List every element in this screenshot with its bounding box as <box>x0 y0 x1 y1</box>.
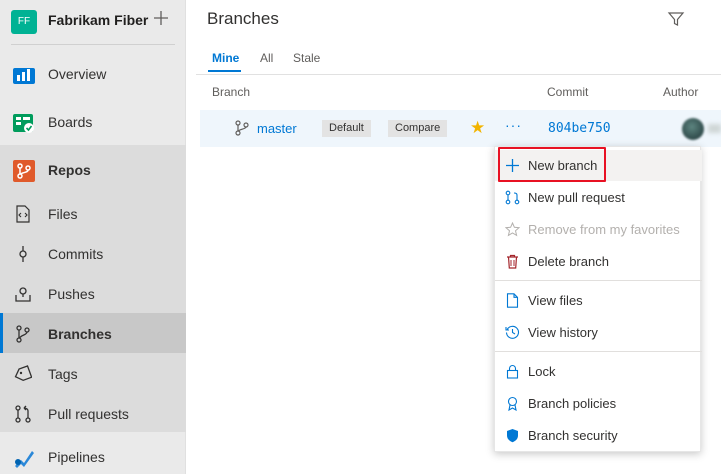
menu-item-branch-policies[interactable]: Branch policies <box>495 388 702 419</box>
nav-label: Overview <box>48 66 107 82</box>
menu-item-delete-branch[interactable]: Delete branch <box>495 246 702 277</box>
pipelines-icon <box>15 451 34 468</box>
branch-icon <box>235 120 249 136</box>
nav-pipelines[interactable]: Pipelines <box>0 437 186 474</box>
overview-icon <box>13 68 35 84</box>
nav-label: Pipelines <box>48 449 105 465</box>
pull-request-icon <box>505 190 520 205</box>
org-avatar[interactable]: FF <box>11 10 37 34</box>
default-badge: Default <box>322 120 371 137</box>
left-navigation: FF Fabrikam Fiber Overview Boards Repos … <box>0 0 186 474</box>
nav-branches[interactable]: Branches <box>0 313 186 353</box>
menu-divider <box>495 280 702 281</box>
table-row[interactable]: master Default Compare ★ ··· 804be750 <box>200 110 721 147</box>
branch-context-menu: New branch New pull request Remove from … <box>494 146 702 452</box>
org-name[interactable]: Fabrikam Fiber <box>48 12 148 28</box>
nav-boards[interactable]: Boards <box>0 102 186 142</box>
menu-item-lock[interactable]: Lock <box>495 356 702 387</box>
menu-item-label: View history <box>528 325 598 340</box>
commit-icon <box>19 246 27 262</box>
nav-label: Commits <box>48 246 104 262</box>
compare-badge[interactable]: Compare <box>388 120 448 137</box>
nav-pull-requests[interactable]: Pull requests <box>0 393 186 433</box>
repos-icon <box>13 160 35 182</box>
tab-stale[interactable]: Stale <box>293 51 320 65</box>
tab-mine[interactable]: Mine <box>212 51 239 65</box>
menu-item-label: Lock <box>528 364 556 379</box>
tab-selected-indicator <box>208 70 241 72</box>
nav-label: Branches <box>48 326 112 342</box>
nav-label: Files <box>48 206 78 222</box>
tag-icon <box>14 365 32 382</box>
menu-item-label: Remove from my favorites <box>528 222 680 237</box>
menu-item-view-history[interactable]: View history <box>495 317 702 348</box>
page-title: Branches <box>207 9 279 28</box>
menu-item-label: View files <box>528 293 583 308</box>
highlight-callout <box>498 147 606 182</box>
nav-repos[interactable]: Repos <box>0 150 186 190</box>
column-header-commit[interactable]: Commit <box>547 85 588 99</box>
nav-tags[interactable]: Tags <box>0 353 186 393</box>
tab-divider <box>196 74 721 75</box>
star-outline-icon <box>505 222 520 237</box>
nav-files[interactable]: Files <box>0 193 186 233</box>
trash-icon <box>507 254 518 269</box>
plus-icon[interactable] <box>152 9 170 27</box>
avatar <box>682 118 704 140</box>
boards-icon <box>13 114 34 133</box>
filter-icon[interactable] <box>667 10 685 28</box>
file-icon <box>506 293 519 308</box>
file-code-icon <box>16 205 30 223</box>
branch-name-link[interactable]: master <box>257 121 297 136</box>
nav-label: Boards <box>48 114 93 130</box>
menu-item-label: Branch policies <box>528 396 617 411</box>
favorite-star-icon[interactable]: ★ <box>470 118 485 138</box>
shield-icon <box>507 429 518 443</box>
commit-id-link[interactable]: 804be750 <box>548 121 611 136</box>
pull-request-icon <box>15 405 31 423</box>
menu-divider <box>495 351 702 352</box>
more-actions-button[interactable]: ··· <box>505 117 522 133</box>
menu-item-label: Branch security <box>528 428 618 443</box>
menu-item-view-files[interactable]: View files <box>495 285 702 316</box>
history-icon <box>505 325 520 339</box>
nav-label: Pushes <box>48 286 95 302</box>
organization-header: FF Fabrikam Fiber <box>0 0 186 42</box>
push-icon <box>15 287 31 302</box>
nav-commits[interactable]: Commits <box>0 233 186 273</box>
lock-icon <box>506 365 519 379</box>
nav-pushes[interactable]: Pushes <box>0 273 186 313</box>
column-header-author[interactable]: Author <box>663 85 698 99</box>
menu-item-label: Delete branch <box>528 254 609 269</box>
nav-label: Pull requests <box>48 406 129 422</box>
org-divider <box>11 44 175 45</box>
author-name-redacted <box>708 124 721 133</box>
nav-label: Repos <box>48 162 91 178</box>
menu-item-label: New pull request <box>528 190 625 205</box>
tab-all[interactable]: All <box>260 51 273 65</box>
branch-icon <box>16 325 30 343</box>
menu-item-remove-favorite: Remove from my favorites <box>495 214 702 245</box>
policy-icon <box>507 396 518 411</box>
menu-item-new-pull-request[interactable]: New pull request <box>495 182 702 213</box>
column-header-branch[interactable]: Branch <box>212 85 250 99</box>
nav-label: Tags <box>48 366 78 382</box>
menu-item-branch-security[interactable]: Branch security <box>495 420 702 451</box>
nav-overview[interactable]: Overview <box>0 54 186 94</box>
